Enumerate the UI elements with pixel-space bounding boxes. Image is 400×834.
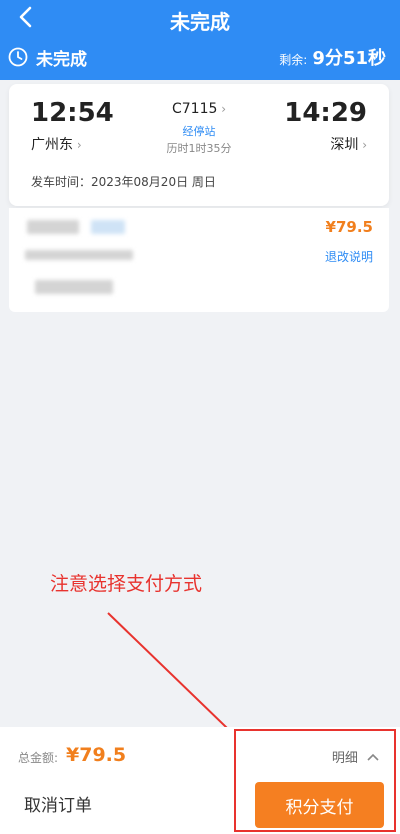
trip-card: 12:54 广州东 › C7115 › 经停站 历时1时35分 14:29 深圳… xyxy=(9,84,389,206)
ticket-price: ¥79.5 xyxy=(325,218,373,236)
app-header: 未完成 未完成 剩余: 9分51秒 xyxy=(0,0,400,80)
annotation-tip: 注意选择支付方式 xyxy=(50,573,203,595)
page-title: 未完成 xyxy=(170,10,230,34)
total-amount: ¥79.5 xyxy=(66,744,127,766)
passenger-name-redacted xyxy=(27,220,79,234)
chevron-right-icon: › xyxy=(217,102,227,116)
train-number-label: C7115 xyxy=(171,101,218,117)
bottom-action-bar: 总金额: ¥79.5 明细 取消订单 积分支付 xyxy=(0,727,400,834)
order-status: 未完成 xyxy=(36,50,87,70)
chevron-right-icon: › xyxy=(358,138,367,152)
passenger-id-redacted xyxy=(25,250,133,260)
detail-toggle[interactable]: 明细 xyxy=(332,747,380,766)
ticket-card: ¥79.5 退改说明 xyxy=(9,208,389,312)
departure-date: 发车时间：2023年08月20日 周日 xyxy=(31,175,216,189)
countdown-label: 剩余: xyxy=(279,53,308,67)
countdown-time: 9分51秒 xyxy=(312,48,386,69)
seat-info-redacted xyxy=(35,280,113,294)
chevron-up-icon xyxy=(367,753,379,761)
arrival-time: 14:29 xyxy=(284,98,367,128)
clock-icon xyxy=(8,47,28,67)
arrival-station[interactable]: 深圳 › xyxy=(330,134,367,154)
total-label: 总金额: xyxy=(18,751,59,765)
points-pay-button[interactable]: 积分支付 xyxy=(255,782,384,828)
refund-policy-link[interactable]: 退改说明 xyxy=(325,248,373,265)
detail-label: 明细 xyxy=(331,751,358,766)
cancel-order-button[interactable]: 取消订单 xyxy=(24,791,92,816)
arrival-station-name: 深圳 xyxy=(330,137,359,153)
ticket-type-redacted xyxy=(91,220,125,234)
order-status-row: 未完成 剩余: 9分51秒 xyxy=(8,44,392,72)
countdown: 剩余: 9分51秒 xyxy=(279,44,386,70)
